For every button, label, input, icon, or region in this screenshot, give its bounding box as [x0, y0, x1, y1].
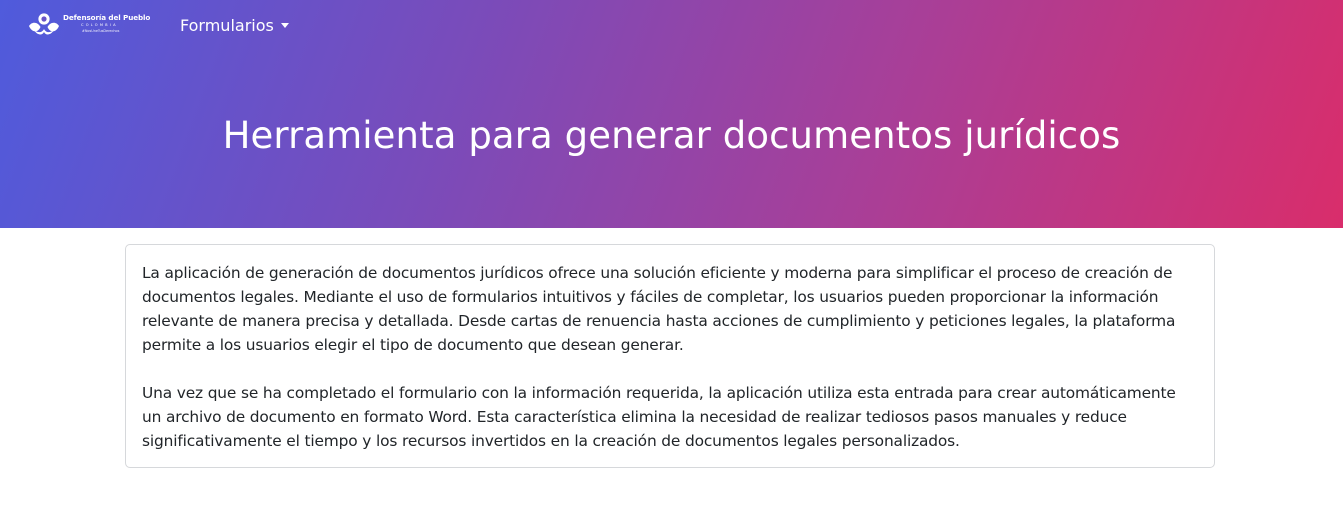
formularios-dropdown-label: Formularios: [180, 15, 274, 35]
brand-text: Defensoría del Pueblo COLOMBIA #NosUneTu…: [63, 14, 150, 33]
description-card: La aplicación de generación de documento…: [125, 244, 1215, 468]
description-paragraph: La aplicación de generación de documento…: [142, 264, 1176, 354]
formularios-dropdown[interactable]: Formularios: [180, 14, 289, 36]
brand-tagline: #NosUneTusDerechos: [82, 29, 120, 34]
page-title: Herramienta para generar documentos jurí…: [222, 114, 1121, 157]
hero-header: Defensoría del Pueblo COLOMBIA #NosUneTu…: [0, 0, 1343, 228]
chevron-down-icon: [280, 22, 289, 28]
defensoria-logo-icon: [29, 13, 59, 35]
brand-logo[interactable]: Defensoría del Pueblo COLOMBIA #NosUneTu…: [28, 9, 150, 39]
top-navbar: Defensoría del Pueblo COLOMBIA #NosUneTu…: [0, 0, 1343, 48]
brand-country: COLOMBIA: [81, 22, 118, 27]
brand-name: Defensoría del Pueblo: [63, 13, 151, 23]
description-paragraph: Una vez que se ha completado el formular…: [142, 384, 1176, 450]
